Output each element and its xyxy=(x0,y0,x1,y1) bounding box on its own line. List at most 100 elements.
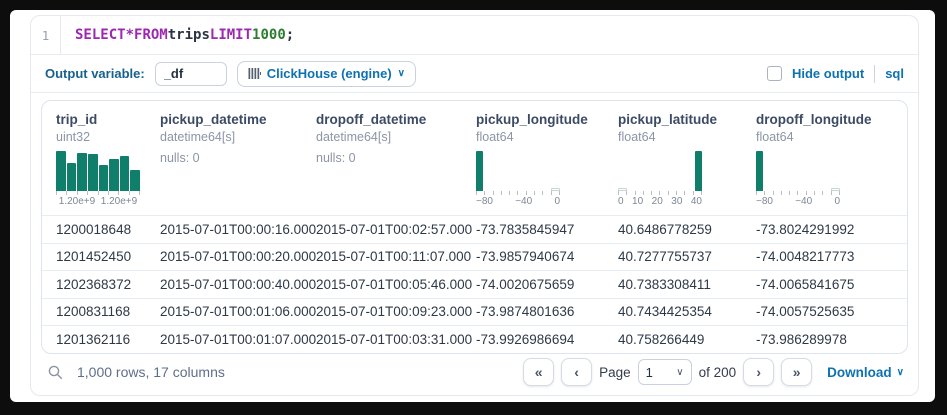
table-cell: 2015-07-01T00:03:31.000 xyxy=(316,332,476,347)
table-cell: 1200018648 xyxy=(56,222,160,237)
line-number: 1 xyxy=(31,16,61,54)
table-cell: -73.7835845947 xyxy=(476,222,618,237)
search-icon[interactable] xyxy=(47,364,64,381)
histogram-axis-label: −80 xyxy=(756,196,773,207)
sql-code-line[interactable]: SELECT * FROM trips LIMIT 1000; xyxy=(61,16,918,54)
hide-output-checkbox[interactable] xyxy=(767,66,782,81)
table-cell: -73.986289978 xyxy=(756,332,896,347)
null-count-label: nulls: 0 xyxy=(160,151,316,165)
download-button[interactable]: Download ∨ xyxy=(827,365,904,380)
column-type: float64 xyxy=(756,129,896,146)
column-summary: 1.20e+9 1.20e+9 xyxy=(56,151,160,209)
code-token: SELECT xyxy=(75,27,126,43)
engine-selector[interactable]: ClickHouse (engine) ∨ xyxy=(237,61,416,87)
table-header-row: trip_iduint321.20e+91.20e+9pickup_dateti… xyxy=(42,101,907,215)
table-body: 12000186482015-07-01T00:00:16.0002015-07… xyxy=(42,215,907,353)
column-header[interactable]: pickup_datetimedatetime64[s]nulls: 0 xyxy=(160,111,316,209)
column-header[interactable]: dropoff_datetimedatetime64[s] nulls: 0 xyxy=(316,111,476,209)
last-page-button[interactable]: » xyxy=(781,358,812,386)
table-cell: 2015-07-01T00:09:23.000 xyxy=(316,304,476,319)
histogram-bar xyxy=(120,156,130,191)
table-row: 12008311682015-07-01T00:01:06.0002015-07… xyxy=(42,298,907,326)
column-name: dropoff_datetime xyxy=(316,111,476,129)
column-header[interactable]: pickup_longitudefloat64−80−400 xyxy=(476,111,618,209)
column-name: pickup_datetime xyxy=(160,111,316,129)
histogram-axis-label: −40 xyxy=(515,196,532,207)
column-type: float64 xyxy=(476,129,618,146)
table-cell: 2015-07-01T00:11:07.000 xyxy=(316,249,476,264)
column-header[interactable]: dropoff_longitudefloat64−80−400 xyxy=(756,111,896,209)
table-row: 12014524502015-07-01T00:00:20.0002015-07… xyxy=(42,243,907,271)
table-cell: 2015-07-01T00:00:20.000 xyxy=(160,249,316,264)
histogram-axis-label: 20 xyxy=(652,196,663,207)
histogram-bar xyxy=(695,151,702,191)
table-cell: 2015-07-01T00:01:07.000 xyxy=(160,332,316,347)
code-editor[interactable]: 1 SELECT * FROM trips LIMIT 1000; xyxy=(31,16,918,54)
first-page-button[interactable]: « xyxy=(523,358,554,386)
table-cell: 2015-07-01T00:02:57.000 xyxy=(316,222,476,237)
output-variable-input[interactable] xyxy=(155,62,227,86)
histogram-axis-label: 0 xyxy=(554,196,560,207)
table-cell: 2015-07-01T00:00:40.000 xyxy=(160,277,316,292)
table-cell: 2015-07-01T00:05:46.000 xyxy=(316,277,476,292)
column-name: pickup_longitude xyxy=(476,111,618,129)
table-cell: -74.0057525635 xyxy=(756,304,896,319)
column-type: float64 xyxy=(618,129,756,146)
histogram-bar xyxy=(99,165,109,191)
download-label: Download xyxy=(827,365,892,380)
page-label: Page xyxy=(599,365,631,380)
language-badge[interactable]: sql xyxy=(885,66,904,81)
prev-page-button[interactable]: ‹ xyxy=(561,358,592,386)
histogram-bar xyxy=(56,151,66,191)
table-cell: -74.0048217773 xyxy=(756,249,896,264)
page-select-value: 1 xyxy=(646,365,653,380)
column-header[interactable]: pickup_latitudefloat64010203040 xyxy=(618,111,756,209)
histogram-ticks xyxy=(756,191,840,195)
table-footer: 1,000 rows, 17 columns « ‹ Page 1 ∨ of 2… xyxy=(41,354,908,396)
cell-toolbar: Output variable: ClickHouse (engine) ∨ xyxy=(31,55,918,92)
column-summary: −80−400 xyxy=(756,151,896,209)
table-row: 12023683722015-07-01T00:00:40.0002015-07… xyxy=(42,270,907,298)
table-cell: -74.0065841675 xyxy=(756,277,896,292)
table-cell: 1200831168 xyxy=(56,304,160,319)
histogram-axis-label: 1.20e+9 xyxy=(101,196,137,207)
code-token: LIMIT xyxy=(210,27,252,43)
page-select[interactable]: 1 ∨ xyxy=(638,359,692,385)
clickhouse-icon xyxy=(248,67,261,80)
histogram-axis-label: 0 xyxy=(618,196,624,207)
table-cell: 1201362116 xyxy=(56,332,160,347)
null-count-label: nulls: 0 xyxy=(316,151,476,165)
next-page-button[interactable]: › xyxy=(743,358,774,386)
column-name: trip_id xyxy=(56,111,160,129)
divider xyxy=(874,65,875,83)
row-count-summary: 1,000 rows, 17 columns xyxy=(77,364,225,380)
histogram-ticks xyxy=(476,191,560,195)
column-histogram: 1.20e+9 1.20e+9 xyxy=(56,151,140,207)
histogram-axis-label: 30 xyxy=(671,196,682,207)
column-histogram: 010203040 xyxy=(618,151,702,207)
histogram-bar xyxy=(130,170,140,191)
code-token: 1000 xyxy=(252,27,286,43)
table-cell: 40.7383308411 xyxy=(618,277,756,292)
column-summary: −80−400 xyxy=(476,151,618,209)
table-cell: 1202368372 xyxy=(56,277,160,292)
histogram-axis-label: 10 xyxy=(632,196,643,207)
column-histogram: −80−400 xyxy=(476,151,560,207)
table-cell: 1201452450 xyxy=(56,249,160,264)
code-token: trips xyxy=(168,27,210,43)
table-cell: 2015-07-01T00:00:16.000 xyxy=(160,222,316,237)
column-type: datetime64[s] xyxy=(316,129,476,146)
histogram-bar xyxy=(67,163,77,191)
histogram-axis-label: 1.20e+9 xyxy=(59,196,95,207)
hide-output-label[interactable]: Hide output xyxy=(792,66,864,81)
chevron-down-icon: ∨ xyxy=(676,367,683,378)
column-header[interactable]: trip_iduint321.20e+91.20e+9 xyxy=(56,111,160,209)
histogram-bar xyxy=(77,153,87,191)
histogram-ticks xyxy=(56,191,140,195)
histogram-bar xyxy=(88,154,98,191)
histogram-bar xyxy=(109,159,119,191)
column-histogram: −80−400 xyxy=(756,151,840,207)
engine-label: ClickHouse (engine) xyxy=(267,66,392,81)
total-pages-label: of 200 xyxy=(699,365,737,380)
histogram-axis-label: 0 xyxy=(834,196,840,207)
